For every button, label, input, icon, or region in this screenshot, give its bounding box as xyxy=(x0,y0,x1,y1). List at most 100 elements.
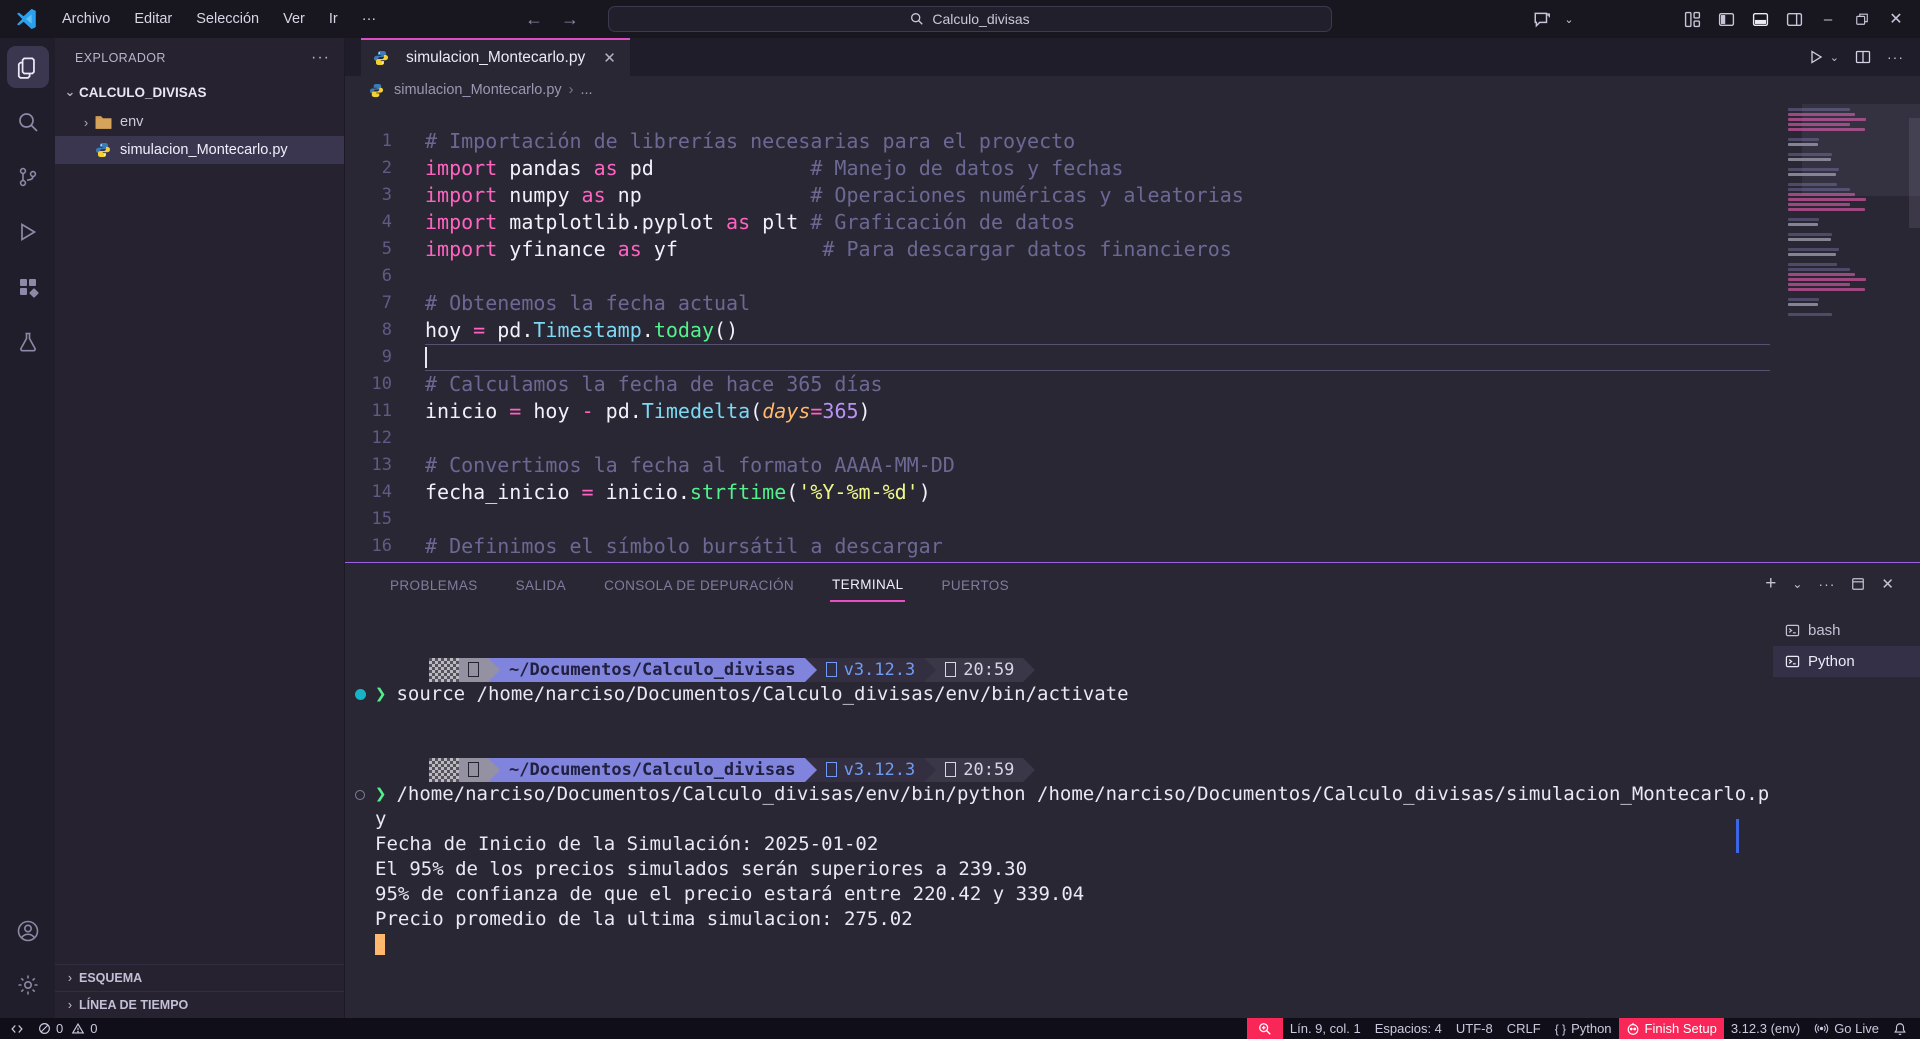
chevron-down-icon[interactable]: ⌄ xyxy=(1562,5,1576,33)
activity-settings-icon[interactable] xyxy=(7,964,49,1006)
editor-more-actions-icon[interactable]: ··· xyxy=(1887,49,1904,65)
menu-seleccin[interactable]: Selección xyxy=(186,7,269,31)
powerline-arrow xyxy=(924,758,936,782)
problems-indicator[interactable]: 0 0 xyxy=(31,1018,104,1039)
run-dropdown-chevron-icon[interactable]: ⌄ xyxy=(1830,51,1839,64)
breadcrumb-file[interactable]: simulacion_Montecarlo.py xyxy=(394,82,562,98)
code-line-3[interactable]: 3import numpy as np # Operaciones numéri… xyxy=(345,182,1770,209)
code-line-4[interactable]: 4import matplotlib.pyplot as plt # Grafi… xyxy=(345,209,1770,236)
section-l-nea-de-tiempo[interactable]: ›LÍNEA DE TIEMPO xyxy=(55,991,344,1018)
toggle-secondary-sidebar-icon[interactable] xyxy=(1780,5,1808,33)
breadcrumb[interactable]: simulacion_Montecarlo.py › ... xyxy=(345,76,1920,104)
prompt-python-version-segment: v3.12.3 xyxy=(817,658,925,682)
minimap-slider[interactable] xyxy=(1802,104,1920,196)
section-esquema[interactable]: ›ESQUEMA xyxy=(55,964,344,991)
eol-sequence[interactable]: CRLF xyxy=(1500,1018,1548,1039)
activity-explorer-icon[interactable] xyxy=(7,46,49,88)
code-text: # Definimos el símbolo bursátil a descar… xyxy=(425,533,1770,560)
menu-archivo[interactable]: Archivo xyxy=(52,7,120,31)
command-decoration-filled[interactable] xyxy=(355,689,366,700)
language-mode[interactable]: { } Python xyxy=(1548,1018,1619,1039)
panel-tab-consola-de-depuraci-n[interactable]: CONSOLA DE DEPURACIÓN xyxy=(602,568,796,601)
explorer-more-actions-icon[interactable]: ··· xyxy=(311,49,330,67)
close-button[interactable]: ✕ xyxy=(1882,5,1910,33)
folder-icon xyxy=(95,114,113,130)
notifications-bell-icon[interactable] xyxy=(1886,1018,1914,1039)
tab-close-icon[interactable]: ✕ xyxy=(603,49,616,67)
finish-setup-button[interactable]: Finish Setup xyxy=(1619,1018,1724,1039)
command-decoration-outline[interactable] xyxy=(355,790,365,800)
maximize-panel-icon[interactable] xyxy=(1851,577,1865,591)
folder-root[interactable]: ⌄ CALCULO_DIVISAS xyxy=(55,78,344,106)
activity-run-debug-icon[interactable] xyxy=(7,211,49,253)
activity-account-icon[interactable] xyxy=(7,910,49,952)
indentation[interactable]: Espacios: 4 xyxy=(1368,1018,1449,1039)
activity-testing-icon[interactable] xyxy=(7,321,49,363)
customize-layout-icon[interactable] xyxy=(1678,5,1706,33)
section-label: LÍNEA DE TIEMPO xyxy=(79,998,188,1012)
menu-overflow-icon[interactable]: ··· xyxy=(352,7,387,31)
command-decoration-gutter[interactable] xyxy=(345,689,375,700)
code-line-8[interactable]: 8hoy = pd.Timestamp.today() xyxy=(345,317,1770,344)
command-decoration-gutter[interactable] xyxy=(345,790,375,800)
chat-icon[interactable] xyxy=(1528,5,1556,33)
python-interpreter[interactable]: 3.12.3 (env) xyxy=(1724,1018,1807,1039)
activity-extensions-icon[interactable] xyxy=(7,266,49,308)
activity-source-control-icon[interactable] xyxy=(7,156,49,198)
screencast-zoom-indicator[interactable] xyxy=(1247,1018,1283,1039)
menu-ir[interactable]: Ir xyxy=(319,7,348,31)
encoding[interactable]: UTF-8 xyxy=(1449,1018,1500,1039)
terminal-list-item-bash[interactable]: bash xyxy=(1773,615,1920,646)
code-line-10[interactable]: 10# Calculamos la fecha de hace 365 días xyxy=(345,371,1770,398)
panel-tab-problemas[interactable]: PROBLEMAS xyxy=(388,568,480,601)
panel-more-actions-icon[interactable]: ··· xyxy=(1818,576,1835,592)
activity-search-icon[interactable] xyxy=(7,101,49,143)
code-line-15[interactable]: 15 xyxy=(345,506,1770,533)
close-panel-icon[interactable]: ✕ xyxy=(1881,575,1894,593)
code-line-13[interactable]: 13# Convertimos la fecha al formato AAAA… xyxy=(345,452,1770,479)
terminal-viewport[interactable]: ~/Documentos/Calculo_divisasv3.12.320:59… xyxy=(345,607,1770,1018)
powerline-arrow xyxy=(488,658,500,682)
nav-forward-icon[interactable]: → xyxy=(561,9,579,30)
editor-scrollbar-thumb[interactable] xyxy=(1909,118,1920,228)
panel-tab-puertos[interactable]: PUERTOS xyxy=(939,568,1011,601)
panel-tab-terminal[interactable]: TERMINAL xyxy=(830,567,905,602)
file-item-simulacion-Montecarlo-py[interactable]: simulacion_Montecarlo.py xyxy=(55,136,344,164)
tab-simulacion-montecarlo[interactable]: simulacion_Montecarlo.py ✕ xyxy=(361,38,630,76)
toggle-primary-sidebar-icon[interactable] xyxy=(1712,5,1740,33)
toggle-panel-icon[interactable] xyxy=(1746,5,1774,33)
terminal-command-text: y xyxy=(375,807,386,832)
split-editor-icon[interactable] xyxy=(1855,49,1871,65)
breadcrumb-symbol[interactable]: ... xyxy=(580,82,592,98)
code-line-2[interactable]: 2import pandas as pd # Manejo de datos y… xyxy=(345,155,1770,182)
code-line-11[interactable]: 11inicio = hoy - pd.Timedelta(days=365) xyxy=(345,398,1770,425)
terminal-scrollbar-thumb[interactable] xyxy=(1736,819,1739,853)
restore-button[interactable] xyxy=(1848,5,1876,33)
panel-tab-salida[interactable]: SALIDA xyxy=(514,568,568,601)
line-number: 10 xyxy=(345,371,425,398)
code-editor[interactable]: 1# Importación de librerías necesarias p… xyxy=(345,104,1920,562)
command-center-search[interactable]: Calculo_divisas xyxy=(608,6,1332,32)
code-line-7[interactable]: 7# Obtenemos la fecha actual xyxy=(345,290,1770,317)
terminal-dropdown-chevron-icon[interactable]: ⌄ xyxy=(1792,577,1802,591)
go-live-button[interactable]: Go Live xyxy=(1807,1018,1886,1039)
code-line-1[interactable]: 1# Importación de librerías necesarias p… xyxy=(345,128,1770,155)
powerline-arrow xyxy=(805,658,817,682)
remote-indicator[interactable] xyxy=(0,1018,31,1039)
nav-back-icon[interactable]: ← xyxy=(525,9,543,30)
menu-ver[interactable]: Ver xyxy=(273,7,315,31)
code-line-12[interactable]: 12 xyxy=(345,425,1770,452)
minimap-line xyxy=(1788,253,1836,256)
run-python-file-icon[interactable] xyxy=(1808,49,1824,65)
code-line-14[interactable]: 14fecha_inicio = inicio.strftime('%Y-%m-… xyxy=(345,479,1770,506)
code-line-6[interactable]: 6 xyxy=(345,263,1770,290)
code-line-16[interactable]: 16# Definimos el símbolo bursátil a desc… xyxy=(345,533,1770,560)
cursor-position[interactable]: Lín. 9, col. 1 xyxy=(1283,1018,1368,1039)
menu-editar[interactable]: Editar xyxy=(124,7,182,31)
minimize-button[interactable]: – xyxy=(1814,5,1842,33)
file-item-env[interactable]: ›env xyxy=(55,108,344,136)
new-terminal-icon[interactable]: + xyxy=(1765,573,1776,595)
code-line-9[interactable]: 9 xyxy=(345,344,1770,371)
terminal-list-item-python[interactable]: Python xyxy=(1773,646,1920,677)
code-line-5[interactable]: 5import yfinance as yf # Para descargar … xyxy=(345,236,1770,263)
